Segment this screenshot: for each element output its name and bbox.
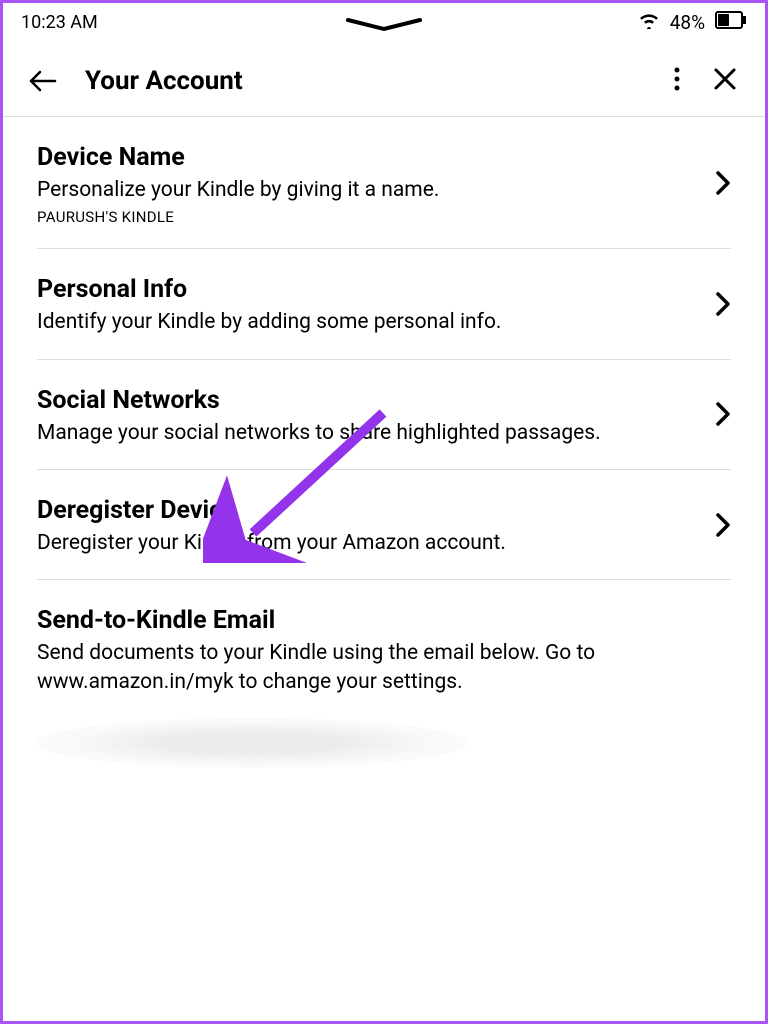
setting-item-social-networks[interactable]: Social Networks Manage your social netwo… — [37, 360, 731, 470]
setting-item-personal-info[interactable]: Personal Info Identify your Kindle by ad… — [37, 249, 731, 359]
chevron-right-icon — [715, 290, 731, 322]
chevron-right-icon — [715, 511, 731, 543]
setting-desc: Identify your Kindle by adding some pers… — [37, 308, 699, 336]
more-options-icon[interactable] — [673, 66, 681, 96]
setting-title: Deregister Device — [37, 496, 699, 525]
setting-desc: Deregister your Kindle from your Amazon … — [37, 529, 699, 557]
setting-desc: Manage your social networks to share hig… — [37, 419, 699, 447]
pull-down-handle[interactable] — [344, 17, 424, 37]
setting-title: Device Name — [37, 143, 699, 172]
setting-item-send-to-kindle-email[interactable]: Send-to-Kindle Email Send documents to y… — [37, 580, 731, 718]
chevron-right-icon — [715, 169, 731, 201]
setting-text: Send-to-Kindle Email Send documents to y… — [37, 606, 731, 696]
status-time: 10:23 AM — [21, 12, 98, 33]
battery-percent: 48% — [670, 11, 705, 34]
setting-text: Personal Info Identify your Kindle by ad… — [37, 275, 699, 336]
redacted-blur — [37, 718, 467, 768]
setting-text: Deregister Device Deregister your Kindle… — [37, 496, 699, 557]
setting-desc: Send documents to your Kindle using the … — [37, 639, 731, 696]
setting-title: Personal Info — [37, 275, 699, 304]
chevron-right-icon — [715, 400, 731, 432]
setting-item-device-name[interactable]: Device Name Personalize your Kindle by g… — [37, 117, 731, 249]
close-icon[interactable] — [713, 67, 737, 95]
setting-item-deregister-device[interactable]: Deregister Device Deregister your Kindle… — [37, 470, 731, 580]
setting-title: Social Networks — [37, 386, 699, 415]
wifi-icon — [638, 11, 660, 34]
setting-text: Device Name Personalize your Kindle by g… — [37, 143, 699, 226]
header-actions — [673, 66, 737, 96]
status-right: 48% — [638, 11, 747, 34]
battery-icon — [715, 11, 747, 34]
setting-text: Social Networks Manage your social netwo… — [37, 386, 699, 447]
back-button[interactable] — [27, 69, 57, 93]
setting-title: Send-to-Kindle Email — [37, 606, 731, 635]
setting-desc: Personalize your Kindle by giving it a n… — [37, 176, 699, 204]
page-title: Your Account — [85, 66, 673, 96]
setting-sub: PAURUSH'S KINDLE — [37, 208, 699, 226]
header: Your Account — [3, 38, 765, 117]
settings-list: Device Name Personalize your Kindle by g… — [3, 117, 765, 718]
